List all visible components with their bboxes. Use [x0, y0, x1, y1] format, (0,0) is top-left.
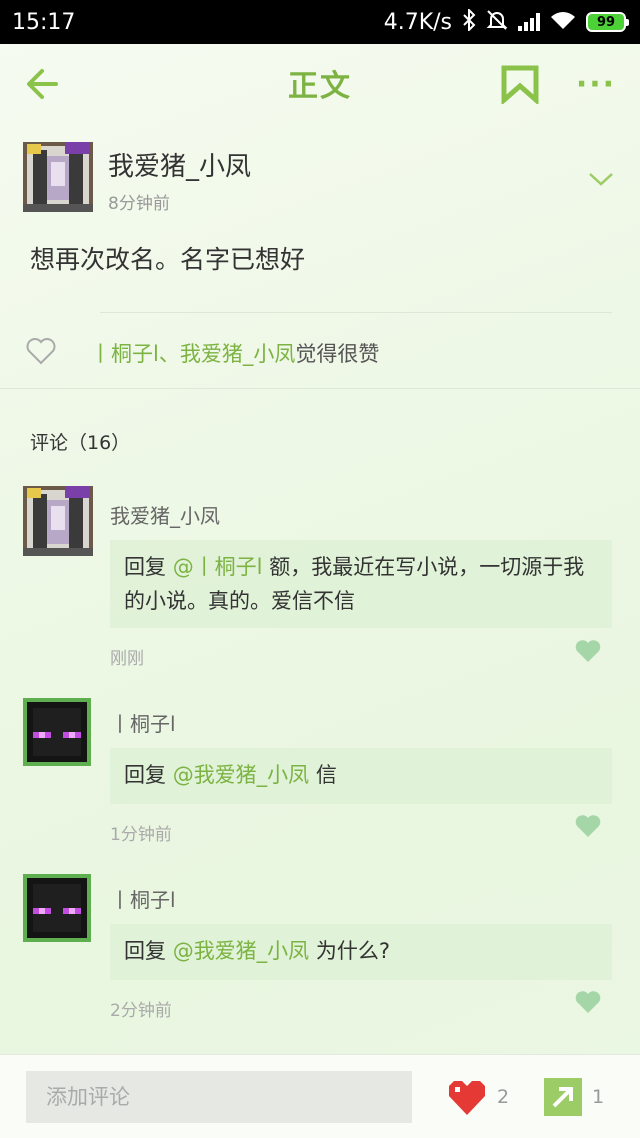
comment-avatar[interactable]: [23, 698, 91, 766]
app-bar: 正文 ···: [0, 44, 640, 122]
share-arrow-icon: [544, 1078, 582, 1116]
post-content: 想再次改名。名字已想好: [30, 245, 306, 274]
comment-bubble[interactable]: 回复 @丨桐子l 额，我最近在写小说，一切源于我的小说。真的。爱信不信: [110, 540, 612, 628]
divider: [0, 388, 640, 389]
post-author-name[interactable]: 我爱猪_小凤: [108, 146, 251, 183]
heart-icon: [449, 1081, 485, 1115]
bottom-action-bar: 2 1: [0, 1054, 640, 1138]
comment-bubble[interactable]: 回复 @我爱猪_小凤 为什么?: [110, 924, 612, 980]
comments-header: 评论（16）: [30, 432, 131, 454]
comment-timestamp: 刚刚: [110, 649, 144, 669]
comment-like-button[interactable]: [575, 991, 601, 1015]
comment-author[interactable]: 丨桐子l: [110, 708, 176, 737]
post-like-button[interactable]: [26, 337, 56, 365]
likers-suffix: 觉得很赞: [295, 342, 380, 366]
comment-timestamp: 1分钟前: [110, 825, 172, 845]
add-comment-input[interactable]: [26, 1071, 412, 1123]
comment-bubble[interactable]: 回复 @我爱猪_小凤 信: [110, 748, 612, 804]
enderman-avatar-icon: [23, 874, 91, 942]
more-options-button[interactable]: ···: [574, 62, 618, 106]
enderman-avatar-icon: [23, 698, 91, 766]
comment-author[interactable]: 我爱猪_小凤: [110, 500, 220, 529]
comment-author[interactable]: 丨桐子l: [110, 884, 176, 913]
comment-text: 信: [309, 763, 337, 787]
bell-off-icon: [486, 9, 508, 36]
post-author-avatar[interactable]: [23, 142, 93, 212]
post-timestamp: 8分钟前: [108, 194, 170, 214]
like-count: 2: [497, 1086, 510, 1108]
comment-avatar[interactable]: [23, 486, 93, 556]
page-title: 正文: [288, 69, 352, 104]
heart-icon: [575, 815, 601, 837]
mention-link[interactable]: @我爱猪_小凤: [173, 763, 310, 787]
status-icons: 4.7K/s 99: [383, 7, 629, 36]
pixel-avatar-icon: [23, 486, 93, 556]
battery-icon: 99: [586, 12, 629, 32]
heart-outline-icon: [26, 338, 56, 365]
comment-like-button[interactable]: [575, 640, 601, 664]
heart-icon: [575, 640, 601, 662]
divider: [100, 312, 612, 313]
comment-text: 为什么?: [309, 939, 391, 963]
bluetooth-icon: [462, 7, 476, 36]
back-button[interactable]: [22, 62, 66, 106]
share-button[interactable]: [544, 1078, 582, 1116]
share-count: 1: [592, 1086, 605, 1108]
reply-prefix: 回复: [124, 763, 166, 787]
reply-prefix: 回复: [124, 939, 166, 963]
wifi-icon: [550, 10, 576, 35]
like-button[interactable]: [446, 1077, 488, 1117]
pixel-avatar-icon: [23, 142, 93, 212]
mention-link[interactable]: @我爱猪_小凤: [173, 939, 310, 963]
signal-icon: [518, 13, 540, 31]
comment-like-button[interactable]: [575, 815, 601, 839]
post-expand-button[interactable]: [584, 162, 618, 196]
status-bar: 15:17 4.7K/s 99: [0, 0, 640, 44]
bookmark-button[interactable]: [500, 64, 544, 108]
arrow-left-icon: [27, 69, 58, 99]
status-time: 15:17: [12, 9, 76, 35]
network-speed: 4.7K/s: [383, 9, 452, 35]
mention-link[interactable]: @丨桐子l: [173, 555, 263, 579]
comment-avatar[interactable]: [23, 874, 91, 942]
reply-prefix: 回复: [124, 555, 166, 579]
chevron-down-icon: [589, 173, 613, 186]
heart-icon: [575, 991, 601, 1013]
comment-timestamp: 2分钟前: [110, 1001, 172, 1021]
likers-names[interactable]: 丨桐子l、我爱猪_小凤: [90, 342, 295, 366]
bookmark-icon: [501, 65, 539, 106]
post-likers: 丨桐子l、我爱猪_小凤觉得很赞: [90, 338, 379, 368]
